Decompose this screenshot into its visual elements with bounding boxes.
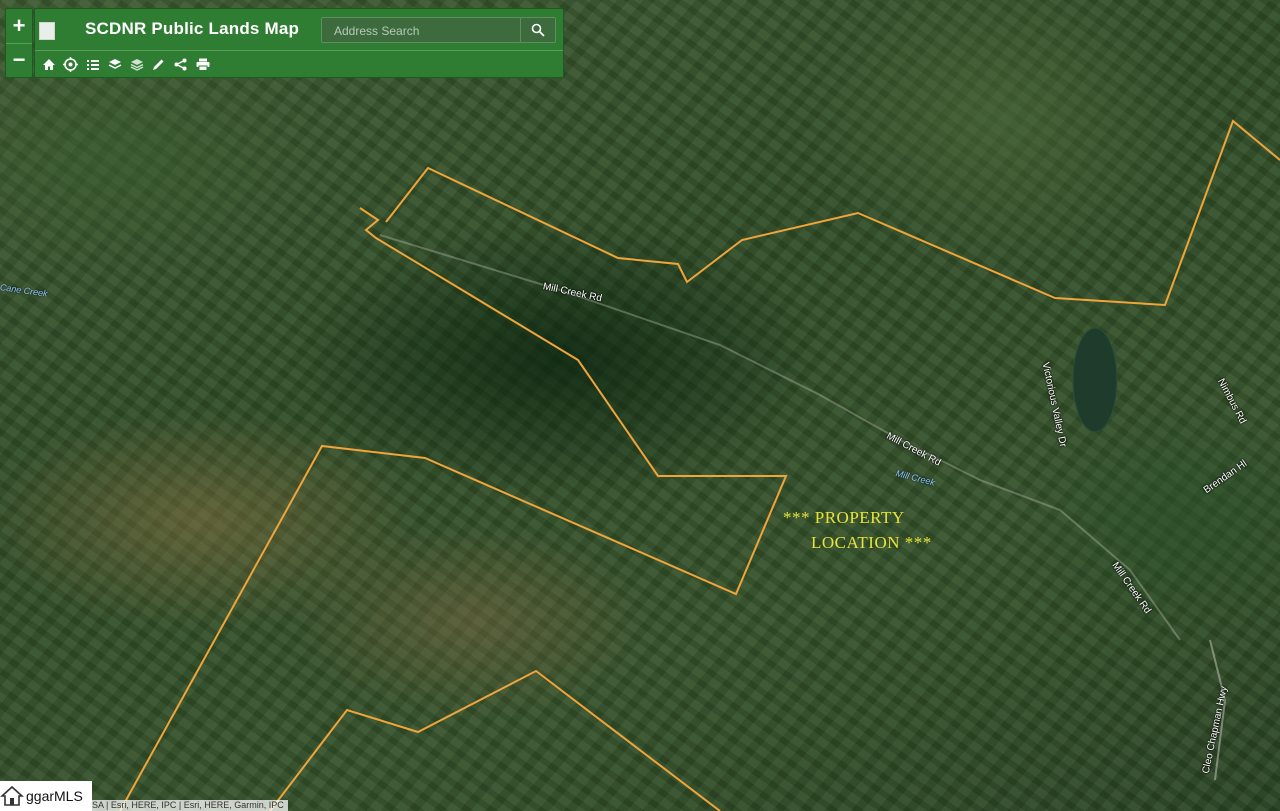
map-toolbar (39, 56, 212, 73)
search-button[interactable] (520, 17, 556, 43)
map-header-panel: SCDNR Public Lands Map Address Search (34, 8, 564, 78)
zoom-control: + − (5, 8, 33, 78)
mls-watermark-text: ggarMLS (26, 788, 83, 804)
map-attribution: SA | Esri, HERE, IPC | Esri, HERE, Garmi… (88, 800, 288, 811)
app-logo (39, 22, 55, 40)
basemap-icon (130, 59, 143, 71)
parcel-boundary-south (269, 669, 721, 811)
basemap-button[interactable] (127, 56, 146, 73)
address-search-input[interactable]: Address Search (321, 17, 521, 43)
legend-button[interactable] (83, 56, 102, 73)
search-icon (531, 23, 545, 37)
property-location-annotation-line1: *** PROPERTY (783, 508, 905, 527)
panel-divider (35, 50, 563, 51)
parcel-boundary-north (119, 207, 788, 811)
layers-icon (108, 59, 121, 69)
app-title: SCDNR Public Lands Map (85, 19, 300, 38)
draw-button[interactable] (149, 56, 168, 73)
home-button[interactable] (39, 56, 58, 73)
print-icon (196, 58, 209, 71)
layers-button[interactable] (105, 56, 124, 73)
property-location-annotation-line2: LOCATION *** (811, 533, 932, 552)
share-icon (174, 58, 187, 71)
print-button[interactable] (193, 56, 212, 73)
map-overlay (119, 119, 1280, 811)
list-icon (86, 60, 99, 70)
locate-icon (63, 57, 78, 72)
pond (1072, 327, 1118, 433)
mls-watermark: ggarMLS (0, 781, 92, 811)
share-button[interactable] (171, 56, 190, 73)
home-icon (42, 59, 55, 70)
satellite-map[interactable]: Cane Creek Mill Creek Rd Mill Creek Rd M… (0, 0, 1280, 811)
locate-button[interactable] (61, 56, 80, 73)
zoom-in-button[interactable]: + (6, 9, 32, 43)
draw-icon (153, 59, 164, 70)
zoom-out-button[interactable]: − (6, 42, 32, 78)
house-logo-icon (0, 785, 24, 806)
